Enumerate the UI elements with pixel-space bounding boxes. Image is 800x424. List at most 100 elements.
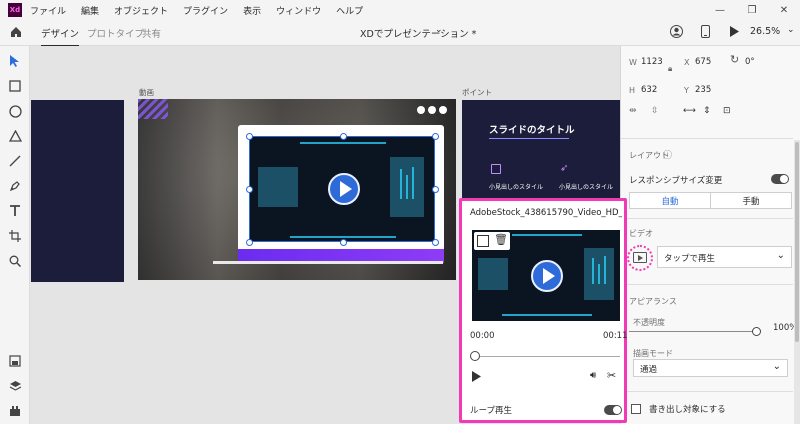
chevron-down-icon[interactable]: ⌄	[787, 25, 795, 35]
seek-thumb[interactable]	[470, 351, 480, 361]
mobile-preview-icon[interactable]	[701, 25, 710, 41]
w-label: W	[629, 58, 637, 67]
user-icon[interactable]	[670, 25, 683, 41]
menu-view[interactable]: 表示	[243, 4, 261, 17]
flip-vertical-icon[interactable]: ⇳	[651, 106, 659, 116]
chevron-down-icon: ⌄	[776, 250, 785, 261]
blend-mode-value: 通過	[640, 365, 658, 375]
blend-mode-select[interactable]: 通過 ⌄	[633, 359, 788, 377]
document-assets-icon[interactable]	[8, 354, 22, 368]
tab-design[interactable]: デザイン	[41, 26, 80, 47]
flip-horizontal-icon[interactable]: ⇹	[629, 106, 637, 116]
slide-title: スライドのタイトル	[489, 125, 575, 136]
resize-handle[interactable]	[340, 239, 347, 246]
layers-icon[interactable]	[8, 379, 22, 393]
line-tool-icon[interactable]	[8, 154, 22, 168]
artboard-control-icon[interactable]	[417, 106, 425, 114]
tab-share[interactable]: 共有	[142, 26, 161, 40]
video-preview[interactable]: 🗑︎	[472, 230, 620, 321]
app-logo: Xd	[8, 3, 22, 17]
resize-handle[interactable]	[432, 186, 439, 193]
resize-handle[interactable]	[246, 186, 253, 193]
home-icon[interactable]	[10, 26, 22, 41]
y-field[interactable]: 235	[695, 85, 711, 95]
width-field[interactable]: 1123	[641, 57, 663, 67]
minimize-icon[interactable]: —	[704, 0, 736, 20]
zoom-level[interactable]: 26.5%	[750, 26, 780, 37]
blend-mode-label: 描画モード	[633, 349, 673, 358]
plugins-icon[interactable]	[8, 404, 22, 418]
trim-icon[interactable]: ✂︎	[607, 369, 616, 382]
tab-prototype[interactable]: プロトタイプ	[87, 26, 144, 40]
select-tool-icon[interactable]	[8, 54, 22, 68]
x-label: X	[684, 58, 690, 67]
rotate-icon: ↻	[730, 53, 740, 66]
seek-track[interactable]	[476, 356, 620, 357]
loop-toggle[interactable]	[604, 405, 622, 415]
resize-handle[interactable]	[246, 133, 253, 140]
pen-tool-icon[interactable]	[8, 179, 22, 193]
artboard-label-point[interactable]: ポイント	[462, 87, 492, 98]
play-preview-icon[interactable]	[729, 25, 740, 41]
play-icon[interactable]	[531, 260, 563, 292]
restore-icon[interactable]: ❐	[736, 0, 768, 20]
artboard-video[interactable]	[138, 99, 456, 280]
menu-plugins[interactable]: プラグイン	[183, 4, 228, 17]
artboard-control-icon[interactable]	[428, 106, 436, 114]
rectangle-tool-icon[interactable]	[8, 79, 22, 93]
artboard-tool-icon[interactable]	[8, 229, 22, 243]
replace-video-icon[interactable]	[477, 235, 489, 247]
responsive-resize-toggle[interactable]	[771, 174, 789, 184]
resize-handle[interactable]	[340, 133, 347, 140]
video-trigger-value: タップで再生	[664, 254, 716, 264]
artboard-point[interactable]: スライドのタイトル ➶ 小見出しのスタイル 小見出しのスタイル	[462, 100, 620, 200]
opacity-slider-track[interactable]	[629, 331, 757, 332]
info-icon[interactable]: ⓘ	[663, 148, 672, 161]
artboard-label-video[interactable]: 動画	[139, 87, 154, 98]
total-time: 00:11	[603, 331, 628, 341]
menu-object[interactable]: オブジェクト	[114, 4, 168, 17]
ellipse-tool-icon[interactable]	[8, 104, 22, 118]
video-filename: AdobeStock_438615790_Video_HD_Preview	[470, 208, 622, 218]
export-checkbox[interactable]	[631, 404, 641, 414]
polygon-tool-icon[interactable]	[8, 129, 22, 143]
resize-handle[interactable]	[432, 239, 439, 246]
lock-aspect-icon[interactable]: 🔒︎	[668, 64, 672, 74]
menu-edit[interactable]: 編集	[81, 4, 99, 17]
close-icon[interactable]: ✕	[768, 0, 800, 20]
volume-icon[interactable]: 🔊︎	[590, 370, 596, 381]
export-label: 書き出し対象にする	[649, 405, 726, 415]
selected-video-element[interactable]	[249, 136, 435, 242]
resize-handle[interactable]	[246, 239, 253, 246]
opacity-slider-thumb[interactable]	[752, 327, 761, 336]
artboard-dark-left[interactable]	[31, 100, 124, 282]
menu-file[interactable]: ファイル	[30, 4, 66, 17]
manual-resize-button[interactable]: 手動	[710, 192, 792, 209]
trash-icon[interactable]: 🗑︎	[494, 234, 508, 246]
panel-scrollbar[interactable]	[794, 140, 800, 424]
resize-handle[interactable]	[432, 133, 439, 140]
play-icon[interactable]	[471, 371, 481, 385]
document-title[interactable]: XDでプレゼンテーション *	[360, 26, 476, 40]
menu-help[interactable]: ヘルプ	[336, 4, 363, 17]
x-field[interactable]: 675	[695, 57, 711, 67]
current-time: 00:00	[470, 331, 495, 341]
fix-height-icon[interactable]: ⇕	[703, 106, 711, 116]
video-trigger-select[interactable]: タップで再生 ⌄	[657, 246, 792, 268]
loop-label: ループ再生	[470, 406, 512, 416]
fix-width-icon[interactable]: ⟷	[683, 106, 696, 116]
rotation-field[interactable]: 0°	[745, 57, 755, 67]
text-tool-icon[interactable]	[8, 204, 22, 218]
artboard-control-icon[interactable]	[439, 106, 447, 114]
rocket-icon: ➶	[560, 163, 569, 174]
video-preview-popup: AdobeStock_438615790_Video_HD_Preview 🗑︎…	[459, 198, 628, 423]
height-field[interactable]: 632	[641, 85, 657, 95]
zoom-tool-icon[interactable]	[8, 254, 22, 268]
auto-resize-button[interactable]: 自動	[629, 192, 711, 209]
play-icon[interactable]	[328, 173, 360, 205]
pin-icon[interactable]: ⊡	[723, 106, 731, 116]
menu-window[interactable]: ウィンドウ	[276, 4, 321, 17]
video-settings-icon[interactable]	[633, 252, 647, 263]
appearance-heading: アピアランス	[629, 297, 677, 306]
chevron-down-icon[interactable]: ⌄	[435, 25, 443, 35]
